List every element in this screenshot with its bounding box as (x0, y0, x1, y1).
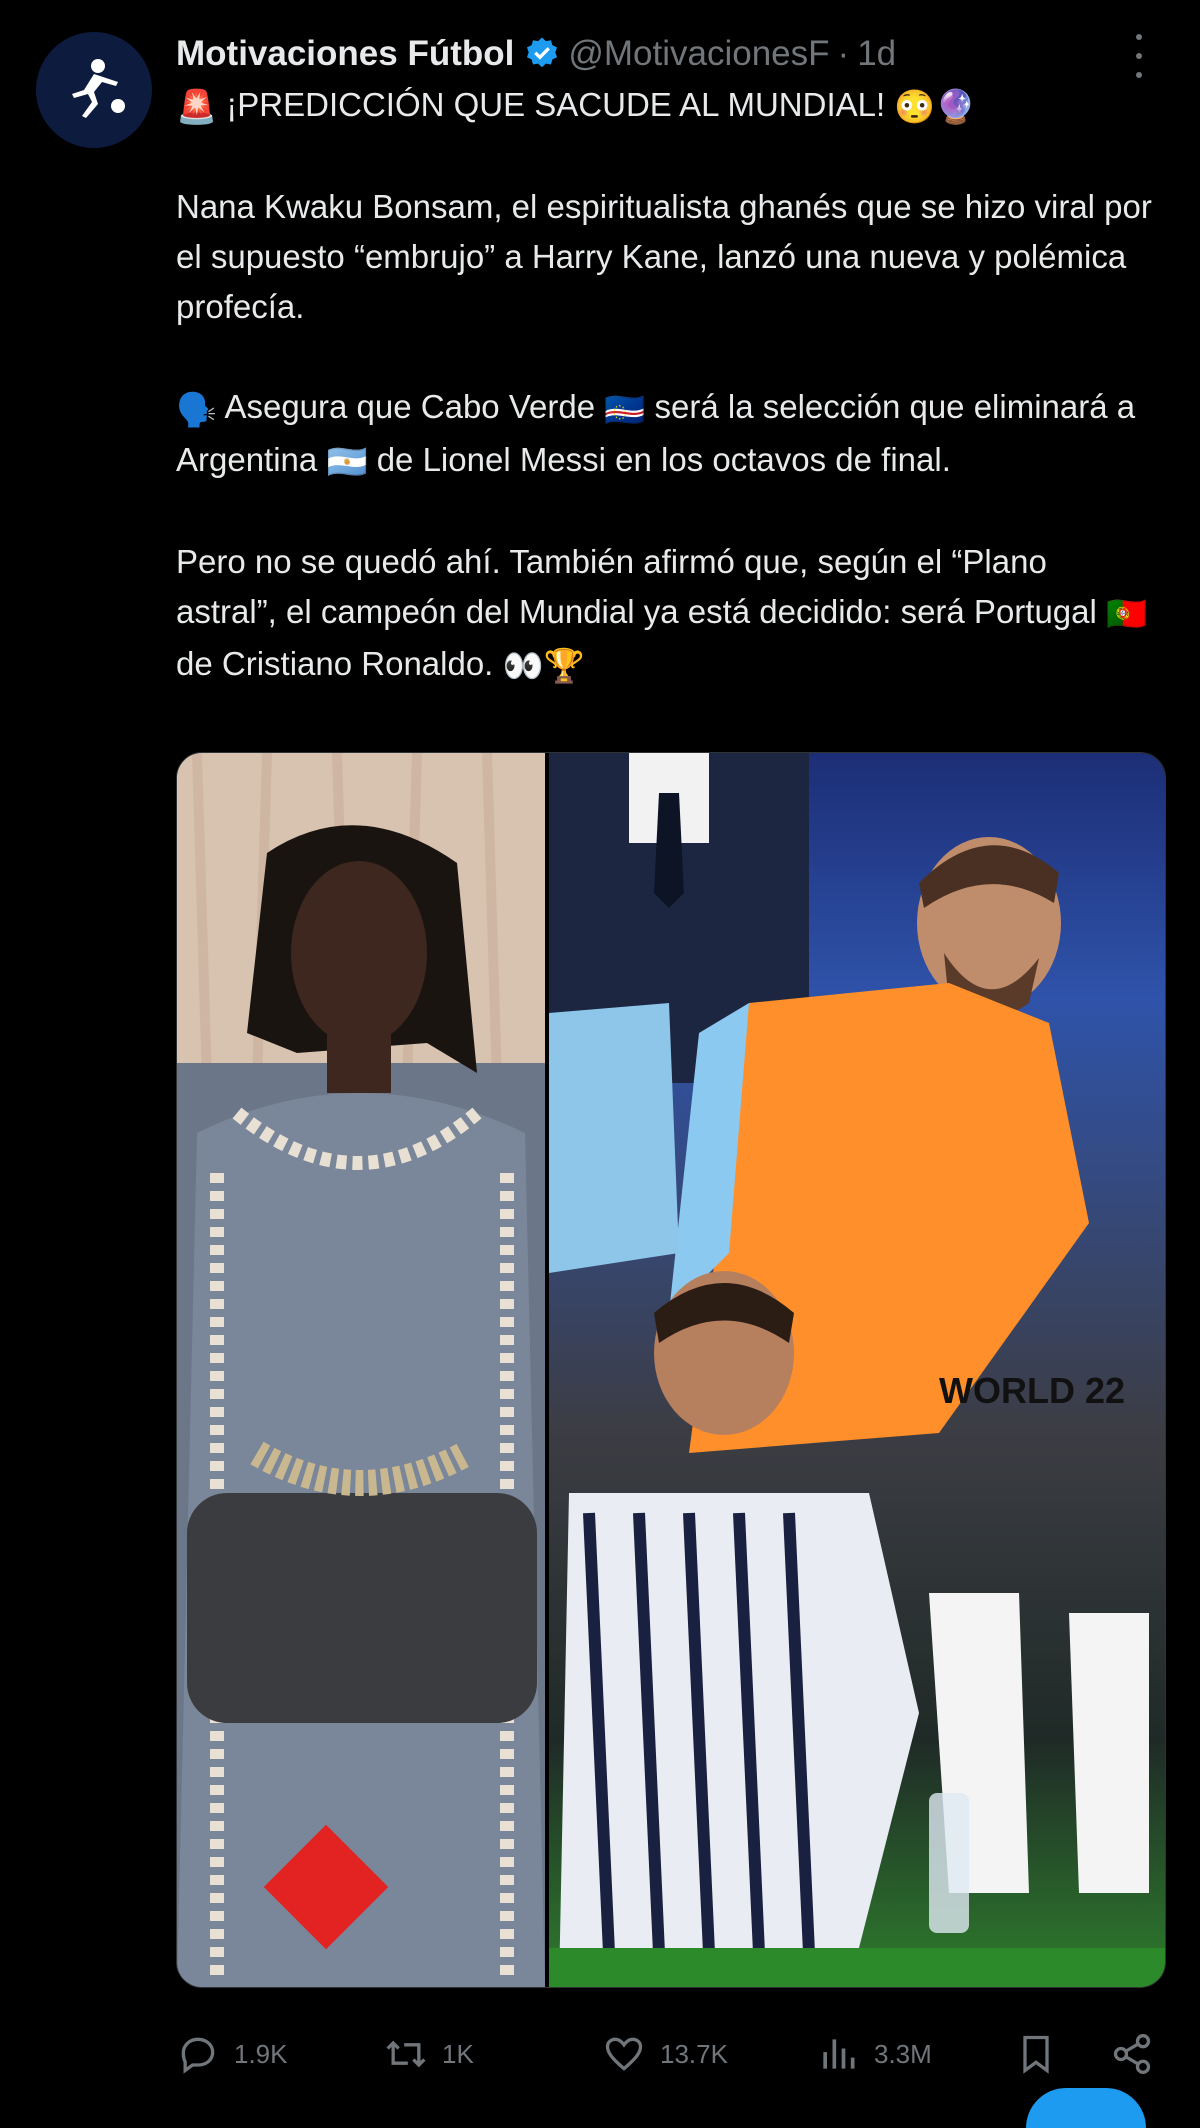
compose-fab[interactable] (1026, 2088, 1146, 2128)
verified-badge-icon (527, 37, 558, 68)
views-chart-icon (823, 2039, 855, 2069)
more-dot-icon (1136, 72, 1142, 78)
speaking-head-emoji: 🗣️ (176, 390, 218, 428)
repost-button[interactable]: 1K (384, 2026, 474, 2082)
post-header: Motivaciones Fútbol @MotivacionesF · 1d (176, 30, 896, 78)
headline-emojis: 😳🔮 (894, 88, 977, 126)
argentina-bench-photo[interactable]: WORLD 22 (549, 753, 1165, 1987)
paragraph-2-text-c: de Lionel Messi en los octavos de final. (376, 440, 951, 478)
jersey-text: WORLD 22 (939, 1370, 1125, 1411)
siren-emoji: 🚨 (176, 88, 218, 126)
more-options-button[interactable] (1124, 34, 1154, 78)
paragraph-1: Nana Kwaku Bonsam, el espiritualista gha… (176, 188, 1152, 326)
repost-count: 1K (442, 2038, 474, 2069)
reply-count: 1.9K (234, 2038, 288, 2069)
separator-dot: · (837, 34, 850, 73)
share-icon (1113, 2034, 1151, 2074)
paragraph-2-text-a: Asegura que Cabo Verde (224, 388, 596, 426)
post-headline: 🚨 ¡PREDICCIÓN QUE SACUDE AL MUNDIAL! 😳🔮 (176, 80, 1156, 132)
reply-icon (181, 2037, 215, 2074)
author-name[interactable]: Motivaciones Fútbol (176, 34, 514, 74)
views-button[interactable]: 3.3M (816, 2026, 932, 2082)
author-handle[interactable]: @MotivacionesF (568, 34, 829, 74)
bench-illustration: WORLD 22 (549, 753, 1165, 1987)
heart-icon (605, 2037, 643, 2071)
spiritualist-photo[interactable] (177, 753, 545, 1987)
cape-verde-flag-emoji: 🇨🇻 (604, 390, 646, 428)
reply-button[interactable]: 1.9K (176, 2026, 288, 2082)
post-actions: 1.9K 1K 13.7K 3.3M (176, 2026, 1166, 2082)
portugal-flag-emoji: 🇵🇹 (1106, 595, 1148, 633)
post-media[interactable]: WORLD 22 (176, 752, 1166, 1988)
paragraph-3-text-a: Pero no se quedó ahí. También afirmó que… (176, 542, 1097, 630)
post-text: 🚨 ¡PREDICCIÓN QUE SACUDE AL MUNDIAL! 😳🔮 … (176, 80, 1156, 691)
eyes-trophy-emojis: 👀🏆 (502, 647, 585, 685)
paragraph-3: Pero no se quedó ahí. También afirmó que… (176, 537, 1156, 692)
views-count: 3.3M (874, 2038, 932, 2069)
post-timestamp[interactable]: 1d (857, 34, 896, 74)
paragraph-2: 🗣️ Asegura que Cabo Verde 🇨🇻 será la sel… (176, 382, 1156, 487)
spiritualist-illustration (177, 753, 545, 1987)
more-dot-icon (1136, 34, 1142, 40)
share-button[interactable] (1110, 2026, 1168, 2082)
headline-text: ¡PREDICCIÓN QUE SACUDE AL MUNDIAL! (226, 86, 886, 123)
author-avatar[interactable] (36, 32, 152, 148)
soccer-player-icon (72, 59, 125, 118)
like-count: 13.7K (660, 2038, 728, 2069)
bookmark-button[interactable] (1014, 2026, 1072, 2082)
bookmark-icon (1023, 2035, 1049, 2074)
like-button[interactable]: 13.7K (602, 2026, 728, 2082)
repost-icon (386, 2040, 426, 2068)
argentina-flag-emoji: 🇦🇷 (326, 442, 368, 480)
paragraph-3-text-b: de Cristiano Ronaldo. (176, 645, 494, 683)
more-dot-icon (1136, 53, 1142, 59)
